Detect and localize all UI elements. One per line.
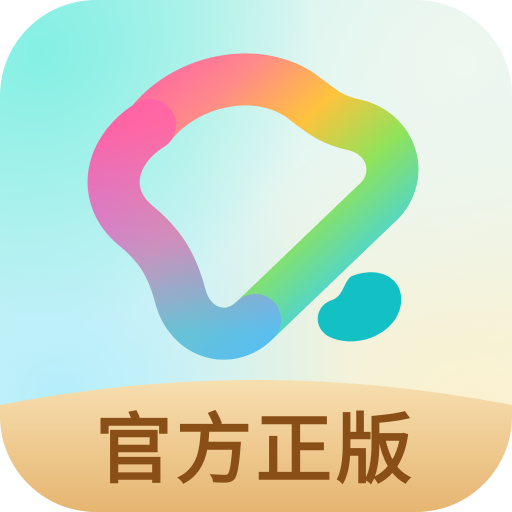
badge-label: 官方正版	[96, 405, 416, 494]
app-icon[interactable]: 官方正版	[0, 0, 512, 512]
